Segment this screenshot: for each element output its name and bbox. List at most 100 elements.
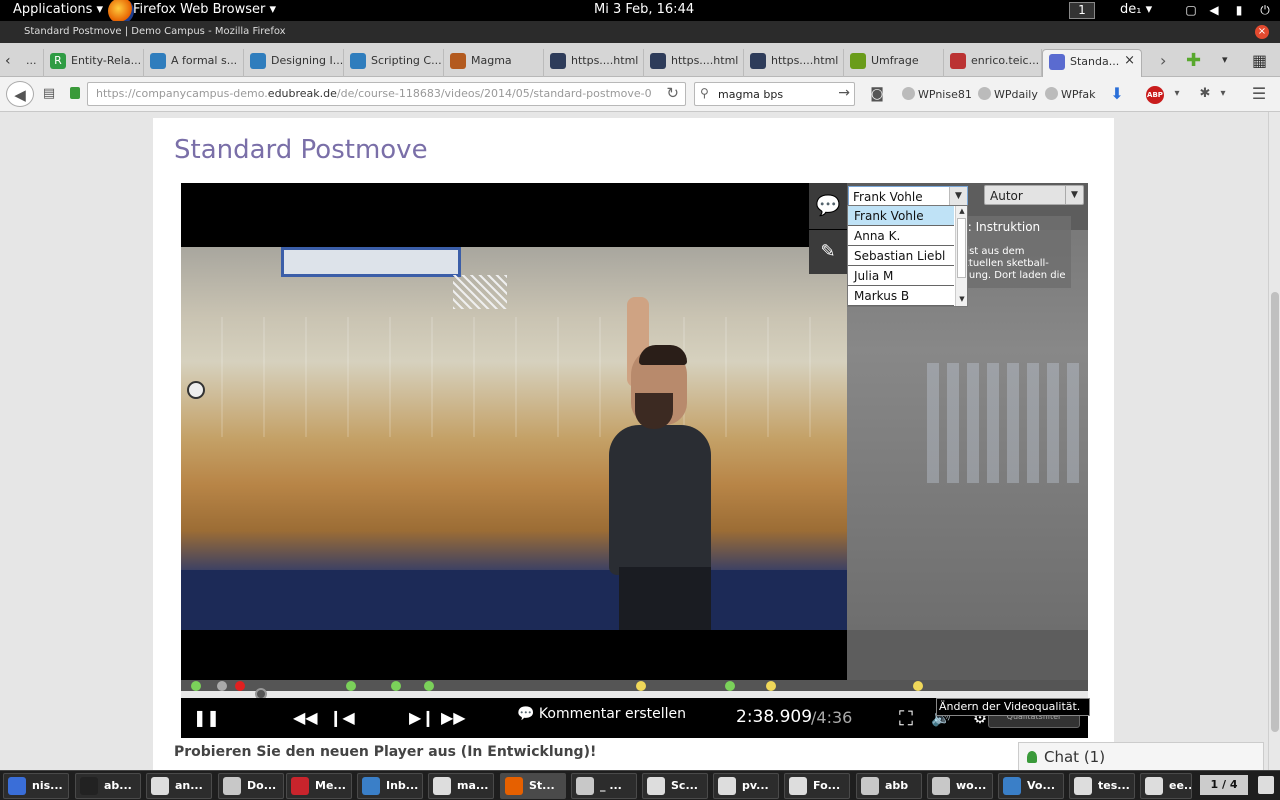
menu-icon[interactable]: ☰ — [1250, 81, 1268, 107]
new-player-promo-link[interactable]: Probieren Sie den neuen Player aus (In E… — [174, 744, 596, 760]
search-bar[interactable]: ⚲ magma bps → — [694, 82, 855, 106]
pocket-icon[interactable]: ◙ — [868, 81, 886, 107]
taskbar-item[interactable]: Fo... — [784, 773, 850, 799]
tab[interactable]: enrico.teic... — [944, 49, 1042, 77]
tab-scroll-left-icon[interactable]: ‹ — [5, 53, 11, 69]
workspace-pager[interactable]: 1 / 4 — [1200, 775, 1248, 795]
taskbar-item[interactable]: an... — [146, 773, 212, 799]
step-back-button[interactable]: ❙◀ — [329, 707, 355, 729]
taskbar-item[interactable]: pv... — [713, 773, 779, 799]
annotation-note[interactable]: le: Instruktion o ist aus dem aktuellen … — [957, 216, 1071, 288]
active-app-menu[interactable]: Firefox Web Browser ▾ — [133, 2, 276, 17]
video-frame[interactable] — [181, 247, 847, 630]
tab[interactable]: R Entity-Rela... — [44, 49, 144, 77]
url-bar[interactable]: https://companycampus-demo.edubreak.de/d… — [70, 82, 686, 106]
extension-icon[interactable]: ✱ — [1196, 81, 1214, 107]
window-close-button[interactable]: × — [1255, 25, 1269, 39]
tab[interactable]: Magma — [444, 49, 544, 77]
back-button[interactable]: ◀ — [6, 81, 34, 107]
page-scrollbar[interactable] — [1268, 112, 1280, 770]
taskbar-item[interactable]: _ ... — [571, 773, 637, 799]
scroll-up-icon[interactable]: ▲ — [956, 206, 968, 217]
taskbar-item[interactable]: Vo... — [998, 773, 1064, 799]
comment-marker[interactable] — [913, 681, 924, 691]
battery-icon[interactable]: ▮ — [1232, 3, 1246, 17]
scroll-down-icon[interactable]: ▼ — [956, 294, 968, 305]
bookmark-wpnise81[interactable]: WPnise81 — [902, 87, 972, 101]
download-icon[interactable]: ⬇ — [1108, 81, 1126, 107]
tab[interactable]: A formal s... — [144, 49, 244, 77]
tab[interactable]: Umfrage — [844, 49, 944, 77]
comment-marker[interactable] — [234, 681, 245, 691]
taskbar-item[interactable]: ab... — [75, 773, 141, 799]
applications-menu[interactable]: Applications ▾ — [13, 2, 103, 17]
workspace-indicator[interactable]: 1 — [1069, 2, 1095, 19]
search-go-icon[interactable]: → — [838, 85, 850, 101]
tab[interactable]: Standa... × — [1042, 49, 1142, 77]
user-option[interactable]: Sebastian Liebl — [848, 246, 954, 266]
comment-marker[interactable] — [423, 681, 434, 691]
tab[interactable]: Scripting C... — [344, 49, 444, 77]
reload-icon[interactable]: ↻ — [666, 84, 679, 102]
comment-marker[interactable] — [345, 681, 356, 691]
taskbar-item[interactable]: ma... — [428, 773, 494, 799]
step-forward-button[interactable]: ▶❙ — [409, 707, 435, 729]
user-option[interactable]: Frank Vohle — [848, 206, 954, 226]
bookmark-wpdaily[interactable]: WPdaily — [978, 87, 1038, 101]
tab-list-icon[interactable]: ▾ — [1222, 53, 1228, 66]
taskbar-item[interactable]: St... — [500, 773, 566, 799]
tab[interactable]: https....html — [644, 49, 744, 77]
tab[interactable]: https....html — [544, 49, 644, 77]
chat-widget[interactable]: Chat (1) — [1018, 742, 1264, 770]
comment-marker[interactable] — [724, 681, 735, 691]
dropdown-scrollbar[interactable]: ▲ ▼ — [955, 206, 967, 306]
user-dropdown-list[interactable]: Frank Vohle Anna K. Sebastian Liebl Juli… — [847, 205, 968, 307]
tab-groups-icon[interactable]: ▦ — [1252, 51, 1267, 70]
new-tab-button[interactable]: ✚ — [1186, 50, 1201, 71]
close-icon[interactable]: × — [1124, 53, 1135, 68]
tab[interactable]: Designing I... — [244, 49, 344, 77]
user-select[interactable]: Frank Vohle ▼ — [848, 186, 968, 206]
comment-marker[interactable] — [191, 681, 202, 691]
chevron-down-icon[interactable]: ▼ — [949, 187, 967, 205]
volume-icon[interactable]: ◀ — [1207, 3, 1221, 17]
window-icon[interactable]: ▢ — [1184, 3, 1198, 17]
seek-track[interactable] — [181, 691, 1088, 698]
page-info-icon[interactable]: ▤ — [40, 81, 58, 107]
adblock-menu-icon[interactable]: ▾ — [1170, 81, 1184, 107]
taskbar-item[interactable]: wo... — [927, 773, 993, 799]
pause-button[interactable]: ❚❚ — [193, 707, 220, 729]
bookmark-wpfak[interactable]: WPfak — [1045, 87, 1096, 101]
fast-forward-button[interactable]: ▶▶ — [441, 707, 466, 729]
draw-tool-button[interactable]: ✎ — [809, 230, 847, 274]
author-select[interactable]: Autor ▼ — [984, 185, 1084, 205]
rewind-button[interactable]: ◀◀ — [293, 707, 318, 729]
taskbar-item[interactable]: tes... — [1069, 773, 1135, 799]
keyboard-layout[interactable]: de₁ ▾ — [1120, 2, 1152, 17]
taskbar-item[interactable]: ee... — [1140, 773, 1192, 799]
scrollbar-thumb[interactable] — [1271, 292, 1279, 732]
taskbar-item[interactable]: Me... — [286, 773, 352, 799]
taskbar-item[interactable]: nis... — [3, 773, 69, 799]
user-option[interactable]: Julia M — [848, 266, 954, 286]
taskbar-item[interactable]: Inb... — [357, 773, 423, 799]
comment-marker[interactable] — [390, 681, 401, 691]
user-option[interactable]: Anna K. — [848, 226, 954, 246]
create-comment-button[interactable]: 💬 Kommentar erstellen — [517, 706, 686, 722]
taskbar-item[interactable]: Sc... — [642, 773, 708, 799]
url-text[interactable]: https://companycampus-demo.edubreak.de/d… — [96, 87, 652, 100]
tab[interactable]: https....html — [744, 49, 844, 77]
taskbar-item[interactable]: Do... — [218, 773, 284, 799]
fullscreen-button[interactable]: ⛶ — [895, 707, 917, 729]
power-icon[interactable]: ⏻ — [1258, 3, 1272, 17]
taskbar-item[interactable]: abb — [856, 773, 922, 799]
video-player[interactable]: le: Instruktion o ist aus dem aktuellen … — [181, 183, 1088, 680]
dropdown-scroll-thumb[interactable] — [957, 218, 966, 278]
search-input[interactable]: magma bps — [718, 88, 783, 101]
comment-marker[interactable] — [216, 681, 227, 691]
timeline[interactable] — [181, 680, 1088, 700]
extension-menu-icon[interactable]: ▾ — [1216, 81, 1230, 107]
user-option[interactable]: Markus B — [848, 286, 954, 306]
tab-scroll-right-icon[interactable]: › — [1160, 51, 1166, 70]
tab[interactable]: ... — [18, 49, 44, 77]
